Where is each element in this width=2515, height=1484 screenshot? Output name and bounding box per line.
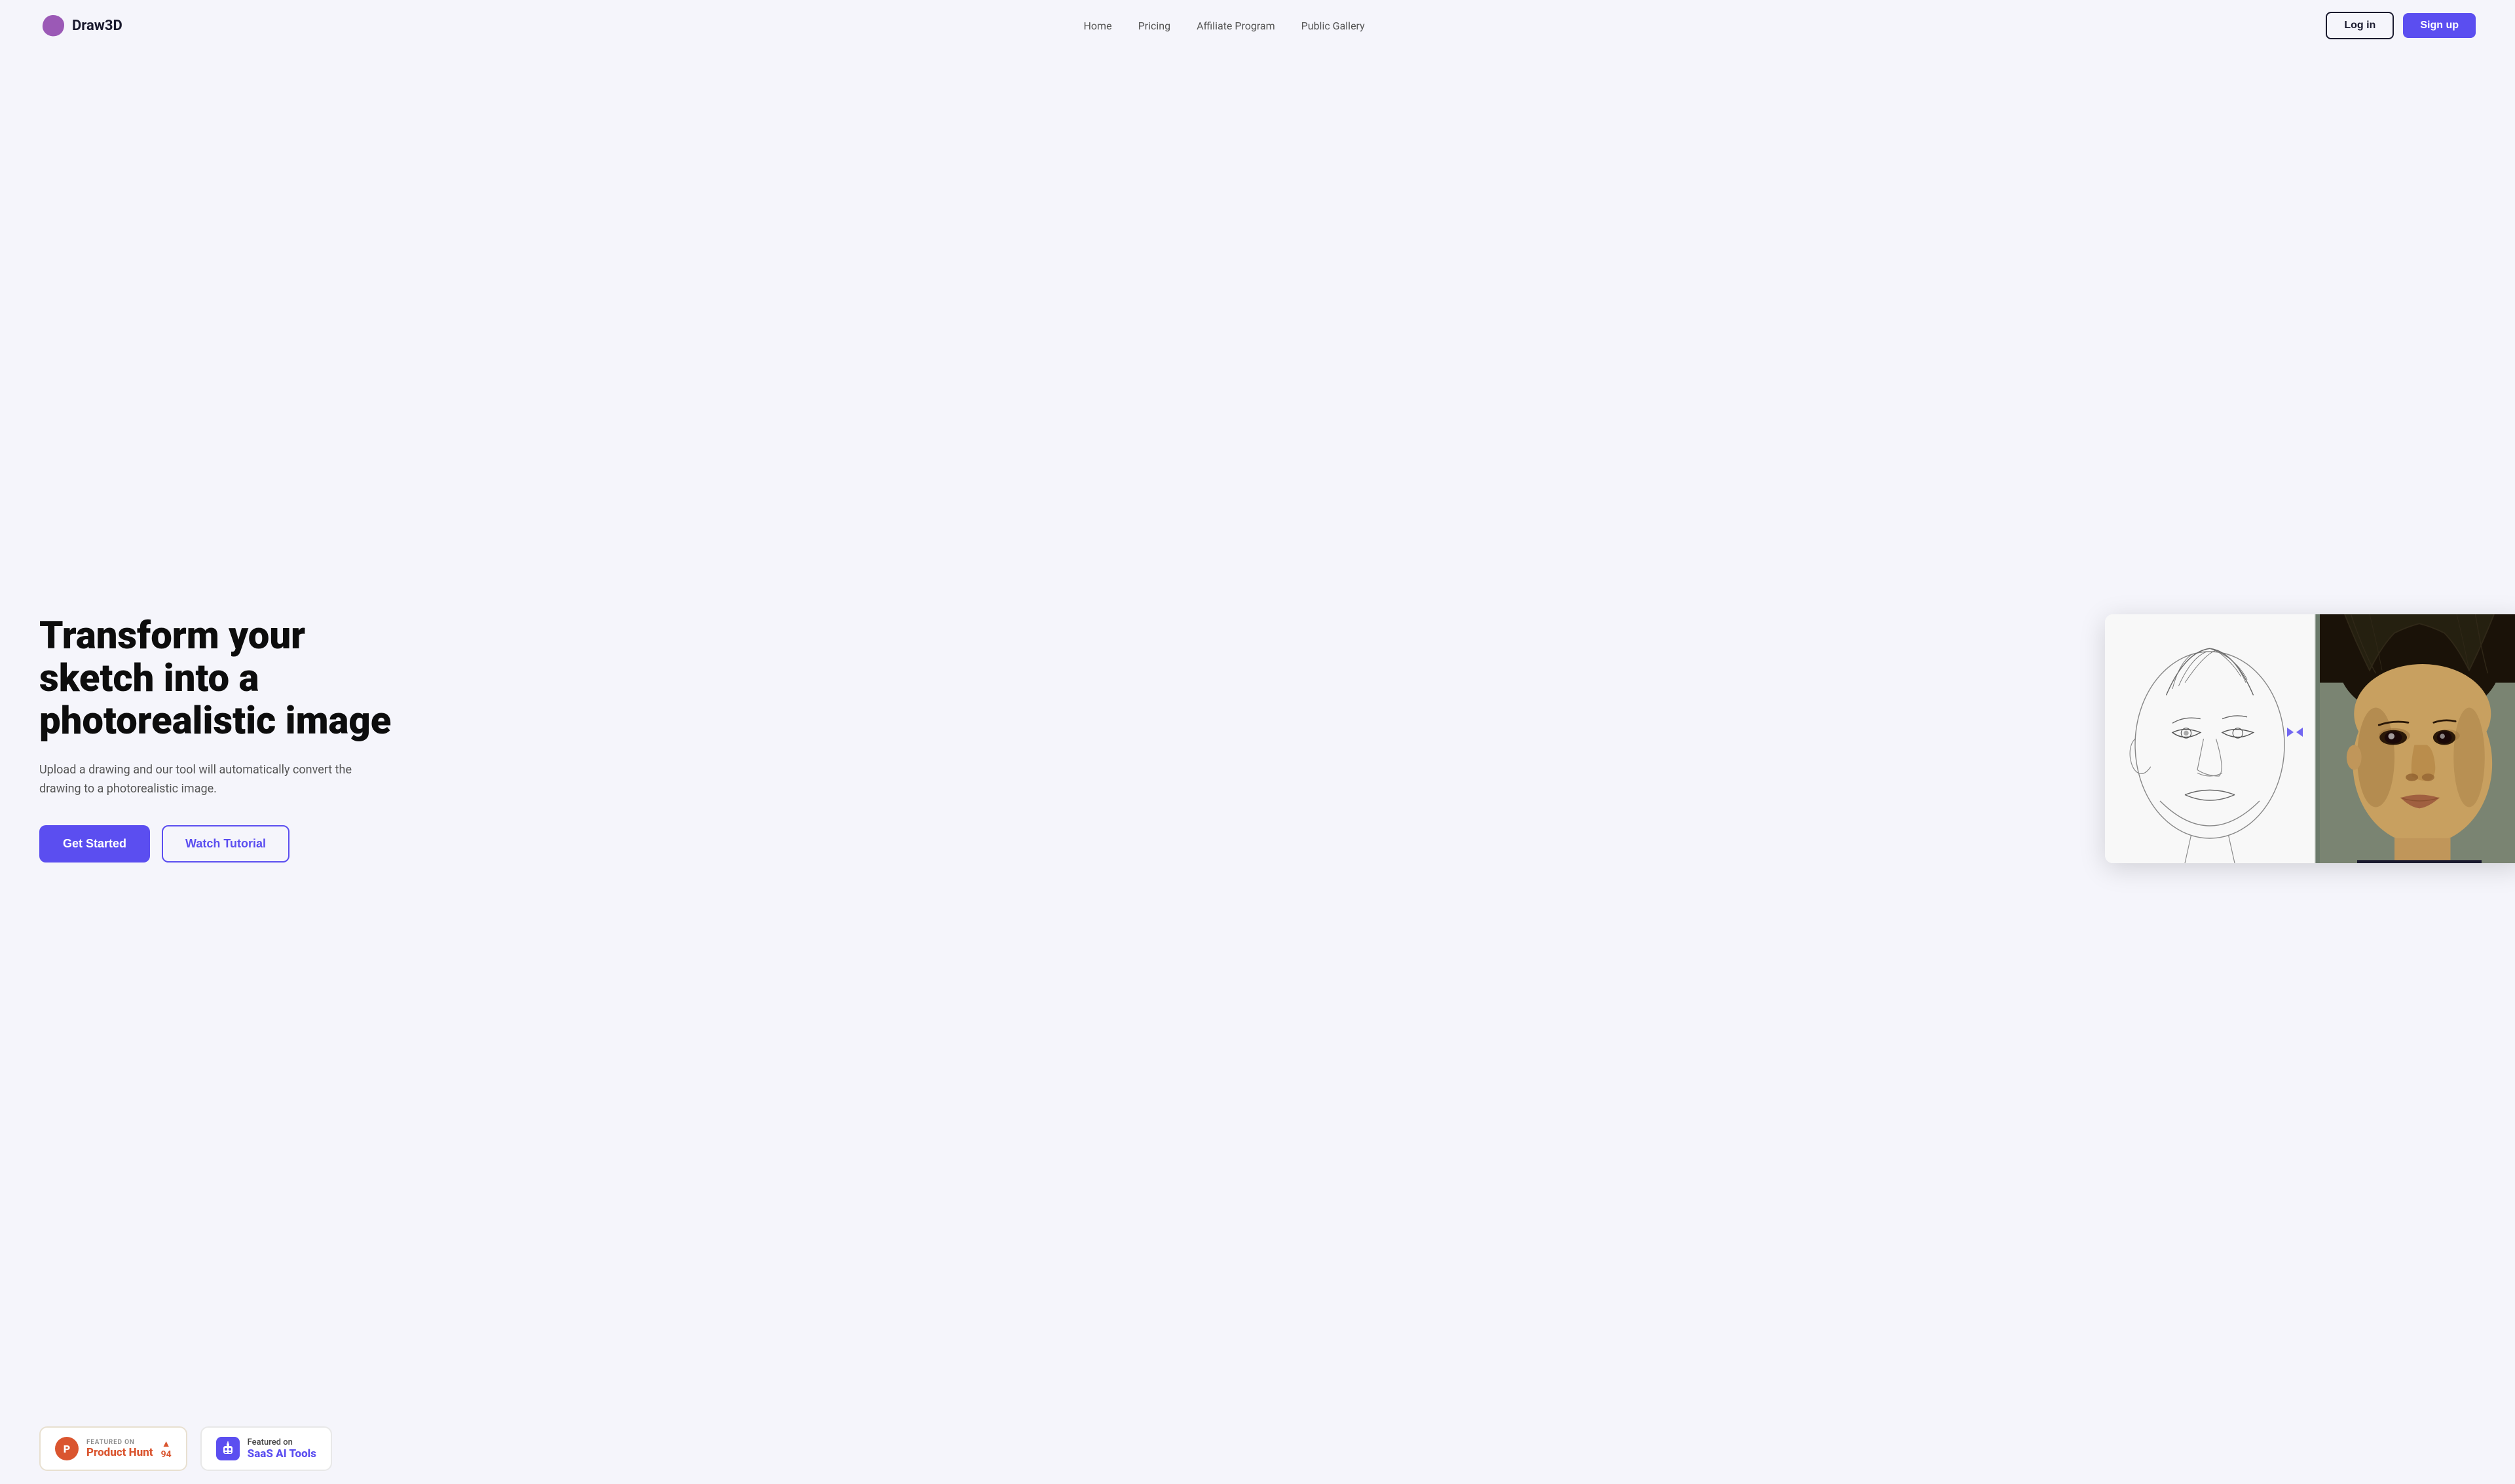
producthunt-text: FEATURED ON Product Hunt	[86, 1439, 153, 1459]
saas-name: SaaS AI Tools	[248, 1447, 316, 1460]
hero-content: Transform your sketch into a photorealis…	[39, 615, 1258, 862]
saas-featured-label: Featured on	[248, 1438, 316, 1447]
hero-section: Transform your sketch into a photorealis…	[0, 51, 2515, 1413]
producthunt-icon: P	[55, 1437, 79, 1460]
hero-buttons: Get Started Watch Tutorial	[39, 825, 1231, 863]
logo[interactable]: Draw3D	[39, 12, 122, 39]
watch-tutorial-button[interactable]: Watch Tutorial	[162, 825, 289, 863]
nav-pricing[interactable]: Pricing	[1138, 20, 1171, 32]
nav-home[interactable]: Home	[1084, 20, 1112, 32]
logo-icon	[39, 12, 67, 39]
signup-button[interactable]: Sign up	[2403, 13, 2476, 38]
ph-count: 94	[161, 1449, 172, 1460]
hero-title: Transform your sketch into a photorealis…	[39, 615, 1231, 743]
nav-gallery[interactable]: Public Gallery	[1301, 20, 1365, 32]
photo-side	[2315, 614, 2515, 863]
ph-name: Product Hunt	[86, 1446, 153, 1459]
nav-buttons: Log in Sign up	[2326, 12, 2476, 39]
saas-icon	[216, 1437, 240, 1460]
divider-line	[2314, 614, 2316, 863]
logo-text: Draw3D	[72, 18, 122, 34]
hero-image	[2105, 614, 2515, 863]
cursor-indicator	[2282, 722, 2308, 745]
hero-image-area	[1258, 614, 2515, 863]
login-button[interactable]: Log in	[2326, 12, 2394, 39]
navbar: Draw3D Home Pricing Affiliate Program Pu…	[0, 0, 2515, 51]
photo-face-svg	[2315, 614, 2515, 863]
hero-subtitle: Upload a drawing and our tool will autom…	[39, 761, 380, 799]
saas-text: Featured on SaaS AI Tools	[248, 1438, 316, 1460]
nav-affiliate[interactable]: Affiliate Program	[1197, 20, 1275, 32]
producthunt-badge[interactable]: P FEATURED ON Product Hunt ▲ 94	[39, 1426, 187, 1471]
nav-links: Home Pricing Affiliate Program Public Ga…	[1084, 20, 1365, 32]
ph-featured-label: FEATURED ON	[86, 1439, 153, 1446]
ph-arrow: ▲	[162, 1438, 171, 1449]
badges-area: P FEATURED ON Product Hunt ▲ 94	[0, 1413, 2515, 1484]
saas-badge[interactable]: Featured on SaaS AI Tools	[200, 1426, 332, 1471]
get-started-button[interactable]: Get Started	[39, 825, 150, 863]
ph-score: ▲ 94	[161, 1438, 172, 1460]
